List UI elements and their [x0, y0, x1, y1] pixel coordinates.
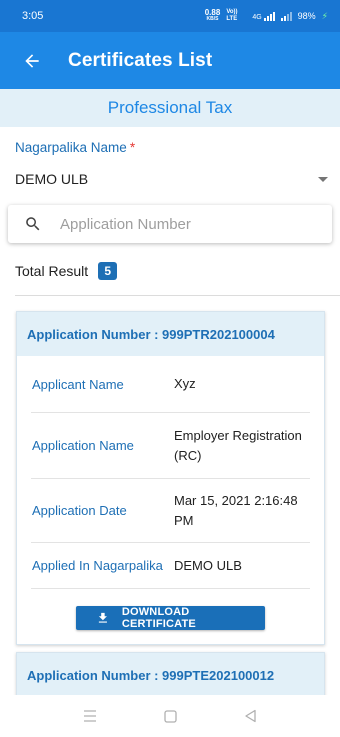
status-time: 3:05: [22, 10, 44, 22]
application-number-header: Application Number : 999PTE202100012: [17, 653, 324, 697]
detail-row-applied-nagarpalika: Applied In Nagarpalika DEMO ULB: [31, 543, 310, 589]
charging-icon: ⚡: [321, 10, 328, 21]
application-card: Application Number : 999PTR202100004 App…: [16, 311, 325, 645]
search-icon: [26, 217, 40, 231]
battery-level: 98%: [297, 11, 316, 21]
detail-row-application-date: Application Date Mar 15, 2021 2:16:48 PM: [31, 479, 310, 543]
status-bar: 3:05 0.88 KB/S Vo)) LTE 4G 98% ⚡: [0, 0, 340, 32]
nagarpalika-label-text: Nagarpalika Name: [15, 140, 127, 155]
application-number-input[interactable]: [60, 215, 300, 233]
network-speed-unit: KB/S: [206, 16, 219, 22]
detail-row-application-name: Application Name Employer Registration (…: [31, 413, 310, 479]
detail-value: Employer Registration (RC): [174, 427, 302, 463]
detail-row-applicant-name: Applicant Name Xyz: [31, 356, 310, 413]
search-box: [8, 205, 332, 243]
detail-label: Applicant Name: [32, 376, 124, 392]
required-mark: *: [129, 140, 136, 155]
home-icon[interactable]: [162, 708, 178, 724]
menu-icon[interactable]: [82, 708, 98, 724]
download-certificate-button[interactable]: DOWNLOAD CERTIFICATE: [76, 606, 265, 630]
signal-4g-icon: 4G: [252, 11, 275, 21]
detail-label: Application Date: [32, 503, 127, 518]
detail-value: Mar 15, 2021 2:16:48 PM: [174, 492, 298, 528]
back-triangle-icon[interactable]: [242, 708, 258, 724]
system-navigation-bar: [0, 695, 340, 737]
application-number-header: Application Number : 999PTR202100004: [17, 312, 324, 356]
section-title: Professional Tax: [0, 89, 340, 127]
nagarpalika-select[interactable]: DEMO ULB: [15, 164, 333, 194]
network-speed: 0.88 KB/S: [205, 9, 221, 23]
dropdown-arrow-icon: [318, 176, 328, 182]
arrow-left-icon[interactable]: [17, 46, 47, 76]
result-count-badge: 5: [98, 262, 118, 280]
signal-icon: [280, 11, 292, 21]
network-speed-value: 0.88: [204, 8, 221, 17]
download-icon: [98, 612, 107, 623]
status-indicators: 0.88 KB/S Vo)) LTE 4G 98% ⚡: [205, 9, 328, 23]
application-details: Applicant Name Xyz Application Name Empl…: [17, 356, 324, 589]
nagarpalika-label: Nagarpalika Name *: [15, 140, 135, 155]
divider: [15, 295, 340, 296]
detail-value: DEMO ULB: [174, 557, 242, 573]
nagarpalika-selected-value: DEMO ULB: [15, 171, 89, 187]
detail-value: Xyz: [174, 376, 196, 391]
download-certificate-label: DOWNLOAD CERTIFICATE: [121, 606, 196, 630]
total-result: Total Result 5: [15, 262, 118, 280]
page-title: Certificates List: [68, 49, 213, 71]
detail-label: Applied In Nagarpalika: [32, 558, 163, 573]
app-bar: Certificates List: [0, 32, 340, 89]
total-result-label: Total Result: [15, 263, 89, 279]
volte-indicator: Vo)) LTE: [226, 9, 238, 22]
detail-label: Application Name: [32, 438, 134, 453]
